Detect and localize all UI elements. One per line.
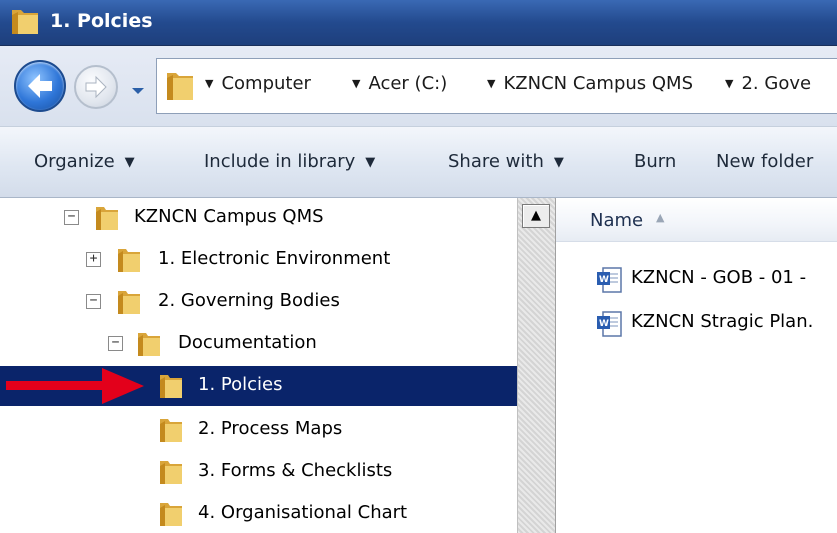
include-in-library-button[interactable]: Include in library ▼ — [204, 151, 375, 172]
tree-item-label: 2. Process Maps — [198, 418, 343, 439]
tree-item-documentation[interactable]: − Documentation — [0, 324, 517, 364]
breadcrumb-acer[interactable]: ▼ Acer (C:) — [352, 73, 447, 94]
breadcrumb-computer[interactable]: ▼ Computer — [205, 73, 311, 94]
file-list: Name ▲ W KZNCN - GOB - 01 - W KZNCN Stra… — [556, 198, 837, 533]
chevron-down-icon[interactable]: ▼ — [125, 155, 135, 170]
tree-item-label: 1. Polcies — [198, 374, 283, 395]
folder-icon — [94, 204, 120, 236]
navigation-pane-scrollbar[interactable]: ▲ — [517, 198, 556, 533]
tree-item-kzncn-campus-qms[interactable]: − KZNCN Campus QMS — [0, 198, 517, 238]
file-name: KZNCN Stragic Plan. — [631, 311, 814, 332]
tree-item-electronic-environment[interactable]: + 1. Electronic Environment — [0, 240, 517, 280]
navigation-pane: − KZNCN Campus QMS + 1. Electronic Envir… — [0, 198, 517, 533]
burn-button[interactable]: Burn — [634, 151, 676, 172]
back-arrow-icon — [28, 74, 52, 98]
word-document-icon: W — [596, 266, 624, 298]
folder-icon — [9, 6, 41, 42]
column-name-label[interactable]: Name — [590, 210, 643, 231]
breadcrumb-arrow-icon[interactable]: ▼ — [725, 77, 733, 90]
file-name: KZNCN - GOB - 01 - — [631, 267, 807, 288]
breadcrumb-arrow-icon[interactable]: ▼ — [352, 77, 360, 90]
folder-icon — [136, 330, 162, 362]
forward-button[interactable] — [74, 65, 118, 109]
tree-item-organisational-chart[interactable]: 4. Organisational Chart — [0, 494, 517, 533]
recent-pages-dropdown[interactable] — [130, 82, 146, 101]
tree-item-label: 2. Governing Bodies — [158, 290, 340, 311]
collapse-icon[interactable]: − — [108, 336, 123, 351]
tree-item-label: KZNCN Campus QMS — [134, 206, 324, 227]
tree-item-label: 4. Organisational Chart — [198, 502, 408, 523]
window-title: 1. Polcies — [50, 10, 153, 32]
tree-item-forms-checklists[interactable]: 3. Forms & Checklists — [0, 452, 517, 492]
red-arrow-icon — [6, 368, 144, 404]
folder-icon — [116, 246, 142, 278]
tree-item-process-maps[interactable]: 2. Process Maps — [0, 410, 517, 450]
breadcrumb-arrow-icon[interactable]: ▼ — [205, 77, 213, 90]
command-bar: Organize ▼ Include in library ▼ Share with… — [0, 126, 837, 198]
folder-icon — [158, 416, 184, 448]
chevron-down-icon[interactable]: ▼ — [365, 155, 375, 170]
scroll-up-button[interactable]: ▲ — [522, 204, 550, 228]
forward-arrow-icon — [85, 75, 107, 99]
folder-icon — [158, 458, 184, 490]
breadcrumb-kzncn-campus-qms[interactable]: ▼ KZNCN Campus QMS — [487, 73, 693, 94]
breadcrumb-arrow-icon[interactable]: ▼ — [487, 77, 495, 90]
share-with-button[interactable]: Share with ▼ — [448, 151, 564, 172]
folder-icon — [158, 372, 184, 404]
back-button[interactable] — [14, 60, 66, 112]
chevron-down-icon[interactable]: ▼ — [554, 155, 564, 170]
folder-icon — [116, 288, 142, 320]
svg-text:W: W — [599, 275, 609, 285]
folder-icon — [158, 500, 184, 532]
word-document-icon: W — [596, 310, 624, 342]
column-header-name[interactable]: Name ▲ — [556, 198, 837, 242]
organize-button[interactable]: Organize ▼ — [34, 151, 135, 172]
collapse-icon[interactable]: − — [64, 210, 79, 225]
file-item[interactable]: W KZNCN - GOB - 01 - — [596, 264, 837, 296]
new-folder-button[interactable]: New folder — [716, 151, 813, 172]
tree-item-governing-bodies[interactable]: − 2. Governing Bodies — [0, 282, 517, 322]
breadcrumb-governing-bodies[interactable]: ▼ 2. Gove — [725, 73, 811, 94]
navigation-toolbar: ▼ Computer ▼ Acer (C:) ▼ KZNCN Campus QMS ▼… — [0, 46, 837, 126]
file-item[interactable]: W KZNCN Stragic Plan. — [596, 308, 837, 340]
folder-icon — [165, 69, 195, 107]
address-bar[interactable]: ▼ Computer ▼ Acer (C:) ▼ KZNCN Campus QMS ▼… — [156, 58, 837, 114]
chevron-down-icon — [132, 88, 144, 94]
svg-text:W: W — [599, 319, 609, 329]
tree-item-label: 3. Forms & Checklists — [198, 460, 393, 481]
tree-item-label: Documentation — [178, 332, 317, 353]
title-bar: 1. Polcies — [0, 0, 837, 46]
tree-item-label: 1. Electronic Environment — [158, 248, 391, 269]
sort-ascending-icon: ▲ — [656, 211, 665, 224]
collapse-icon[interactable]: − — [86, 294, 101, 309]
expand-icon[interactable]: + — [86, 252, 101, 267]
